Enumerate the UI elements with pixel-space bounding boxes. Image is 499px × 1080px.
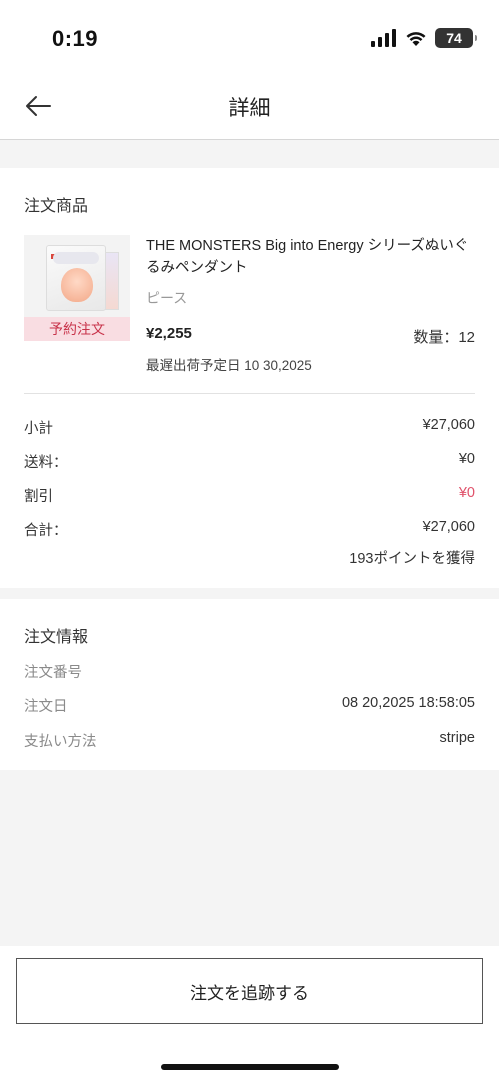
- subtotal-value: ¥27,060: [422, 417, 475, 433]
- shipping-label: 送料：: [24, 455, 68, 471]
- section-title-order-info: 注文情報: [24, 629, 89, 646]
- subtotal-row: 小計 ¥27,060: [24, 417, 475, 439]
- product-ship-date: 最遅出荷予定日 10 30,2025: [146, 358, 312, 373]
- order-date-value: 08 20,2025 18:58:05: [341, 695, 475, 711]
- battery-icon: 74: [435, 28, 477, 48]
- status-icons: 74: [371, 28, 477, 48]
- divider: [24, 393, 475, 394]
- product-price: ¥2,255: [146, 325, 192, 342]
- shipping-row: 送料： ¥0: [24, 451, 475, 473]
- status-bar: 0:19 74: [0, 0, 499, 76]
- discount-value: ¥0: [458, 485, 475, 501]
- total-label: 合計：: [24, 523, 68, 539]
- discount-label: 割引: [24, 489, 53, 505]
- section-title-products: 注文商品: [24, 198, 89, 215]
- bottom-action-bar: 注文を追跡する: [0, 946, 499, 1080]
- total-row: 合計： ¥27,060: [24, 519, 475, 541]
- payment-method-row: 支払い方法 stripe: [24, 730, 475, 752]
- product-image[interactable]: 予約注文: [24, 235, 130, 341]
- order-date-label: 注文日: [24, 699, 68, 715]
- order-products-card: 注文商品 予約注文 THE MONSTERS Big into Energy シ…: [0, 168, 499, 588]
- product-name[interactable]: THE MONSTERS Big into Energy シリーズぬいぐるみペン…: [146, 235, 476, 279]
- order-number-label: 注文番号: [24, 665, 82, 681]
- product-quantity: 数量：12: [413, 329, 475, 346]
- track-order-button[interactable]: 注文を追跡する: [16, 958, 483, 1024]
- shipping-value: ¥0: [458, 451, 475, 467]
- payment-method-value: stripe: [439, 730, 475, 746]
- wifi-icon: [406, 32, 426, 46]
- payment-method-label: 支払い方法: [24, 734, 97, 750]
- preorder-badge: 予約注文: [24, 317, 130, 341]
- discount-row: 割引 ¥0: [24, 485, 475, 507]
- order-date-row: 注文日 08 20,2025 18:58:05: [24, 695, 475, 717]
- home-indicator: [161, 1064, 339, 1070]
- product-box-illustration: [46, 245, 119, 311]
- cellular-signal-icon: [371, 29, 396, 47]
- total-value: ¥27,060: [422, 519, 475, 535]
- order-number-row: 注文番号: [24, 661, 475, 683]
- page-title: 詳細: [228, 97, 271, 120]
- status-time: 0:19: [52, 26, 99, 51]
- product-variant: ピース: [146, 290, 188, 306]
- order-info-card: 注文情報 注文番号 注文日 08 20,2025 18:58:05 支払い方法 …: [0, 599, 499, 770]
- points-earned: 193ポイントを獲得: [349, 551, 475, 567]
- nav-bar: 詳細: [0, 76, 499, 140]
- subtotal-label: 小計: [24, 421, 53, 437]
